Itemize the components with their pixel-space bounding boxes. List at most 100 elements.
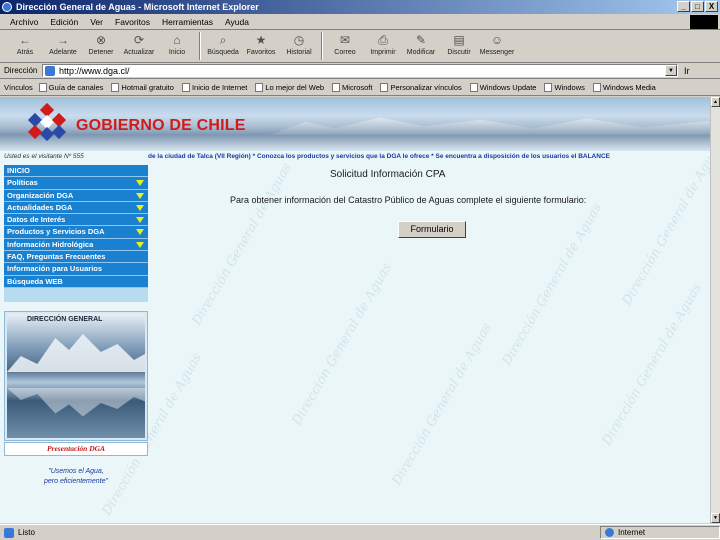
menu-ayuda[interactable]: Ayuda bbox=[225, 17, 249, 27]
stop-label: Detener bbox=[88, 49, 114, 56]
instructions-text: Para obtener información del Catastro Pú… bbox=[230, 195, 587, 205]
home-button[interactable]: ⌂ Inicio bbox=[158, 31, 196, 61]
triangle-down-icon bbox=[136, 229, 144, 236]
home-label: Inicio bbox=[168, 49, 186, 56]
scroll-down-icon[interactable]: ▼ bbox=[711, 513, 720, 523]
nav-item-label: Información para Usuarios bbox=[7, 264, 103, 274]
refresh-button[interactable]: ⟳ Actualizar bbox=[120, 31, 158, 61]
formulario-button[interactable]: Formulario bbox=[398, 221, 466, 238]
link-label: Hotmail gratuito bbox=[121, 83, 174, 92]
messenger-button[interactable]: ☺ Messenger bbox=[478, 31, 516, 61]
mail-icon: ✉ bbox=[339, 33, 351, 47]
header-banner: GOBIERNO DE CHILE bbox=[0, 97, 710, 151]
discuss-button[interactable]: ▤ Discutir bbox=[440, 31, 478, 61]
nav-item-politicas[interactable]: Políticas bbox=[4, 177, 148, 190]
nav-item-info-usuarios[interactable]: Información para Usuarios bbox=[4, 263, 148, 276]
scroll-up-icon[interactable]: ▲ bbox=[711, 97, 720, 107]
favorites-button[interactable]: ★ Favoritos bbox=[242, 31, 280, 61]
print-button[interactable]: ⎙ Imprimir bbox=[364, 31, 402, 61]
page-icon bbox=[45, 65, 55, 76]
refresh-icon: ⟳ bbox=[133, 33, 145, 47]
nav-item-label: Información Hidrológica bbox=[7, 239, 94, 249]
link-item[interactable]: Windows bbox=[544, 83, 585, 92]
menu-ver[interactable]: Ver bbox=[90, 17, 103, 27]
triangle-down-icon bbox=[136, 241, 144, 248]
link-item[interactable]: Guía de canales bbox=[38, 83, 104, 92]
internet-explorer-icon bbox=[2, 2, 12, 12]
menu-edicion[interactable]: Edición bbox=[50, 17, 78, 27]
nav-item-datos-interes[interactable]: Datos de Interés bbox=[4, 214, 148, 227]
links-label: Vínculos bbox=[4, 83, 33, 92]
address-label: Dirección bbox=[4, 66, 38, 75]
window-title-bar[interactable]: Dirección General de Aguas - Microsoft I… bbox=[0, 0, 720, 14]
page-status-icon bbox=[4, 527, 14, 538]
history-button[interactable]: ◷ Historial bbox=[280, 31, 318, 61]
back-button[interactable]: ← Atrás bbox=[6, 31, 44, 61]
nav-item-faq[interactable]: FAQ, Preguntas Frecuentes bbox=[4, 251, 148, 264]
zone-label: Internet bbox=[618, 528, 646, 537]
nav-item-label: Productos y Servicios DGA bbox=[7, 227, 105, 237]
stop-button[interactable]: ⊗ Detener bbox=[82, 31, 120, 61]
link-item[interactable]: Windows Update bbox=[469, 83, 536, 92]
menu-archivo[interactable]: Archivo bbox=[10, 17, 38, 27]
link-label: Guía de canales bbox=[48, 83, 104, 92]
slogan-line: "Usemos el Agua, bbox=[48, 468, 104, 475]
news-ticker: Usted es el visitante Nº 555 de la ciuda… bbox=[0, 153, 710, 163]
nav-item-label: Actualidades DGA bbox=[7, 202, 73, 212]
link-item[interactable]: Personalizar vínculos bbox=[380, 83, 462, 92]
brand-title[interactable]: GOBIERNO DE CHILE bbox=[76, 117, 246, 135]
vertical-scrollbar[interactable]: ▲ ▼ bbox=[710, 97, 720, 523]
address-input[interactable]: http://www.dga.cl/ ▼ bbox=[42, 64, 678, 77]
link-label: Windows Media bbox=[602, 83, 656, 92]
link-item[interactable]: Windows Media bbox=[592, 83, 656, 92]
minimize-button[interactable]: _ bbox=[677, 1, 690, 12]
chevron-down-icon[interactable]: ▼ bbox=[665, 65, 677, 76]
address-url[interactable]: http://www.dga.cl/ bbox=[59, 66, 130, 76]
triangle-down-icon bbox=[136, 192, 144, 199]
window-title: Dirección General de Aguas - Microsoft I… bbox=[16, 2, 259, 12]
forward-button[interactable]: → Adelante bbox=[44, 31, 82, 61]
link-item[interactable]: Inicio de Internet bbox=[181, 83, 247, 92]
forward-label: Adelante bbox=[49, 49, 77, 56]
windows-logo-throbber bbox=[690, 15, 718, 29]
go-button[interactable]: Ir bbox=[684, 66, 690, 76]
discuss-label: Discutir bbox=[447, 49, 471, 56]
watermark-text: Dirección General de Aguas bbox=[189, 160, 295, 329]
landscape-photo-frame: DIRECCIÓN GENERAL bbox=[4, 311, 148, 441]
nav-item-inicio[interactable]: INICIO bbox=[4, 165, 148, 178]
nav-item-info-hidrologica[interactable]: Información Hidrológica bbox=[4, 238, 148, 252]
page-icon bbox=[592, 83, 601, 92]
nav-item-busqueda-web[interactable]: Búsqueda WEB bbox=[4, 275, 148, 288]
search-button[interactable]: ⌕ Búsqueda bbox=[204, 31, 242, 61]
link-item[interactable]: Hotmail gratuito bbox=[111, 83, 174, 92]
presentation-link[interactable]: Presentación DGA bbox=[4, 442, 148, 456]
gobierno-logo-icon[interactable] bbox=[24, 102, 70, 142]
page-icon bbox=[544, 83, 553, 92]
links-bar: Vínculos Guía de canales Hotmail gratuit… bbox=[0, 80, 720, 96]
left-navigation: INICIO Políticas Organización DGA Actual… bbox=[4, 165, 148, 302]
mail-button[interactable]: ✉ Correo bbox=[326, 31, 364, 61]
photo-caption: DIRECCIÓN GENERAL bbox=[27, 316, 103, 323]
page-icon bbox=[255, 83, 264, 92]
nav-item-organizacion[interactable]: Organización DGA bbox=[4, 189, 148, 202]
menu-favoritos[interactable]: Favoritos bbox=[115, 17, 150, 27]
search-label: Búsqueda bbox=[207, 49, 239, 56]
link-item[interactable]: Lo mejor del Web bbox=[255, 83, 324, 92]
menu-herramientas[interactable]: Herramientas bbox=[162, 17, 213, 27]
nav-item-actualidades[interactable]: Actualidades DGA bbox=[4, 201, 148, 215]
nav-item-label: Búsqueda WEB bbox=[7, 276, 63, 286]
link-label: Personalizar vínculos bbox=[390, 83, 462, 92]
toolbar-separator bbox=[199, 32, 201, 60]
link-item[interactable]: Microsoft bbox=[332, 83, 372, 92]
ticker-text[interactable]: de la ciudad de Talca (VII Región) * Con… bbox=[148, 153, 610, 163]
close-button[interactable]: X bbox=[705, 1, 718, 12]
nav-item-productos-servicios[interactable]: Productos y Servicios DGA bbox=[4, 226, 148, 239]
edit-button[interactable]: ✎ Modificar bbox=[402, 31, 440, 61]
page-icon bbox=[111, 83, 120, 92]
refresh-label: Actualizar bbox=[123, 49, 155, 56]
maximize-button[interactable]: □ bbox=[691, 1, 704, 12]
triangle-down-icon bbox=[136, 180, 144, 187]
history-icon: ◷ bbox=[293, 33, 305, 47]
nav-item-label: INICIO bbox=[7, 166, 30, 175]
search-icon: ⌕ bbox=[219, 33, 227, 47]
